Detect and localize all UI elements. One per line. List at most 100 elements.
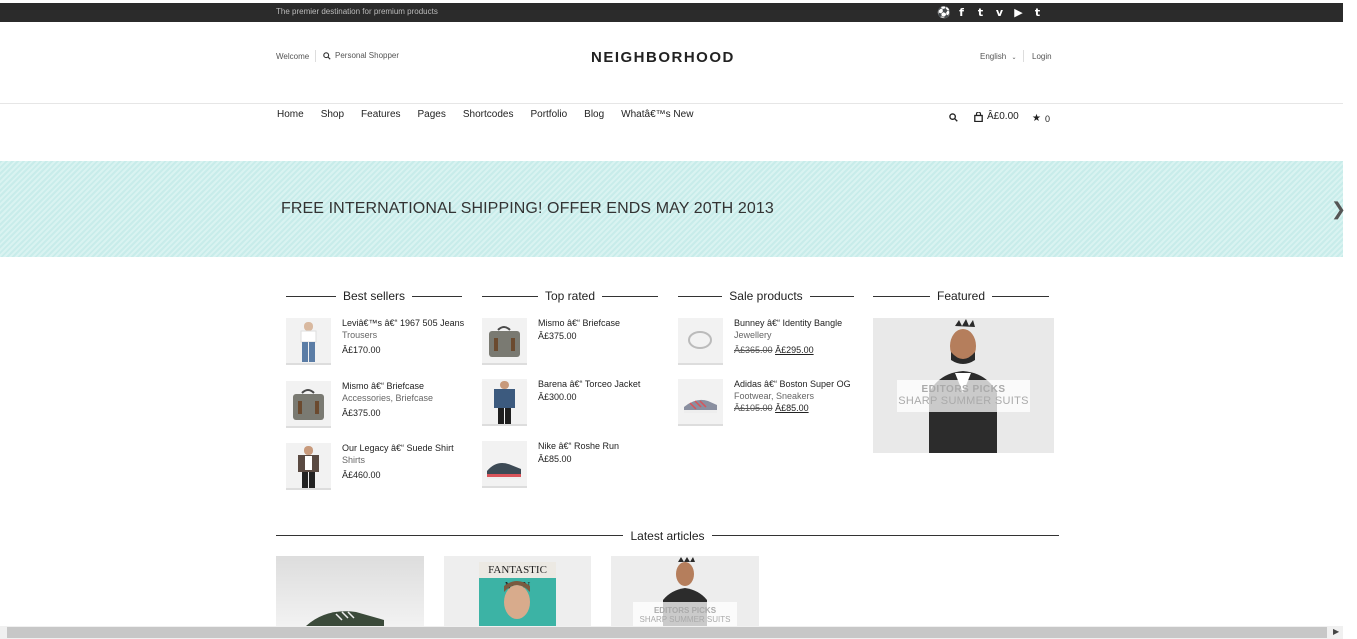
product-name[interactable]: Mismo â€“ Briefcase <box>538 318 663 328</box>
product-name[interactable]: Our Legacy â€“ Suede Shirt <box>342 443 467 453</box>
product-name[interactable]: Nike â€“ Roshe Run <box>538 441 663 451</box>
section-heading: Sale products <box>678 287 854 303</box>
product-thumbnail[interactable] <box>286 381 331 428</box>
scrollbar-thumb[interactable] <box>7 627 1327 638</box>
tagline: The premier destination for premium prod… <box>276 7 438 16</box>
vimeo-icon[interactable]: v <box>994 6 1005 19</box>
site-header: Welcome Personal Shopper NEIGHBORHOOD En… <box>0 22 1343 104</box>
article-caption-sub: SHARP SUMMER SUITS <box>639 615 731 624</box>
horizontal-scrollbar[interactable]: ▶ <box>0 626 1343 639</box>
nav-item-features[interactable]: Features <box>361 109 400 120</box>
product-price: Â£85.00 <box>538 454 572 464</box>
nav-item-pages[interactable]: Pages <box>418 109 446 120</box>
personal-shopper-link[interactable]: Personal Shopper <box>323 51 399 60</box>
product-item[interactable]: Mismo â€“ Briefcase Â£375.00 <box>482 318 658 366</box>
product-item[interactable]: Leviâ€™s â€“ 1967 505 Jeans Trousers Â£1… <box>286 318 464 366</box>
featured-section: Featured <box>873 287 1049 303</box>
header-divider <box>315 50 316 62</box>
article-card-image[interactable]: FANTASTIC MAN <box>444 556 591 626</box>
product-category[interactable]: Accessories, Briefcase <box>342 393 467 403</box>
magazine-cover: FANTASTIC MAN <box>479 562 556 626</box>
featured-image[interactable]: EDITORS PICKS SHARP SUMMER SUITS <box>873 318 1054 453</box>
product-price: Â£170.00 <box>342 345 381 355</box>
language-selector[interactable]: English ⌄ <box>980 52 1017 61</box>
main-nav: Home Shop Features Pages Shortcodes Port… <box>277 109 693 120</box>
product-thumbnail[interactable] <box>286 318 331 365</box>
section-heading: Featured <box>873 287 1049 303</box>
bag-icon <box>974 111 983 122</box>
product-name[interactable]: Barena â€“ Torceo Jacket <box>538 379 663 389</box>
chevron-right-icon[interactable]: ❯ <box>1331 199 1346 220</box>
product-thumbnail[interactable] <box>482 379 527 426</box>
product-thumbnail[interactable] <box>286 443 331 490</box>
product-thumbnail[interactable] <box>482 441 527 488</box>
product-price: Â£295.00 <box>775 345 814 355</box>
language-label: English <box>980 52 1007 61</box>
youtube-icon[interactable]: ▶ <box>1013 6 1024 19</box>
nav-item-home[interactable]: Home <box>277 109 304 120</box>
article-caption: EDITORS PICKS SHARP SUMMER SUITS <box>633 602 737 626</box>
product-category[interactable]: Shirts <box>342 455 467 465</box>
product-name[interactable]: Bunney â€“ Identity Bangle <box>734 318 859 328</box>
cart-button[interactable]: Â£0.00 <box>974 111 1019 122</box>
sale-products-section: Sale products <box>678 287 854 303</box>
top-bar: The premier destination for premium prod… <box>0 3 1343 22</box>
product-thumbnail[interactable] <box>482 318 527 365</box>
chevron-down-icon: ⌄ <box>1011 55 1017 61</box>
product-name[interactable]: Leviâ€™s â€“ 1967 505 Jeans <box>342 318 467 328</box>
product-price: Â£460.00 <box>342 470 381 480</box>
welcome-link[interactable]: Welcome <box>276 52 309 61</box>
product-category[interactable]: Jewellery <box>734 330 859 340</box>
product-price: Â£300.00 <box>538 392 577 402</box>
wishlist-count: 0 <box>1044 113 1050 124</box>
login-link[interactable]: Login <box>1032 52 1052 61</box>
section-title: Sale products <box>722 289 810 303</box>
product-item[interactable]: Our Legacy â€“ Suede Shirt Shirts Â£460.… <box>286 443 462 491</box>
featured-subtitle: SHARP SUMMER SUITS <box>898 395 1029 407</box>
dribbble-icon[interactable]: ⚽ <box>937 6 951 19</box>
nav-item-shortcodes[interactable]: Shortcodes <box>463 109 514 120</box>
top-rated-section: Top rated <box>482 287 658 303</box>
section-heading: Top rated <box>482 287 658 303</box>
product-price: Â£375.00 <box>538 331 577 341</box>
product-item[interactable]: Mismo â€“ Briefcase Accessories, Briefca… <box>286 381 462 429</box>
product-category[interactable]: Footwear, Sneakers <box>734 391 859 401</box>
nav-item-whats-new[interactable]: Whatâ€™s New <box>621 109 693 120</box>
wishlist-button[interactable]: ★ 0 <box>1032 113 1050 124</box>
featured-caption: EDITORS PICKS SHARP SUMMER SUITS <box>897 380 1030 412</box>
nav-item-shop[interactable]: Shop <box>321 109 344 120</box>
product-price: Â£85.00 <box>775 403 809 413</box>
article-card-image[interactable]: EDITORS PICKS SHARP SUMMER SUITS <box>611 556 759 626</box>
article-card-image[interactable] <box>276 556 424 626</box>
scroll-right-icon[interactable]: ▶ <box>1333 627 1339 636</box>
section-heading: Best sellers <box>286 287 462 303</box>
section-title: Best sellers <box>335 289 413 303</box>
search-icon[interactable] <box>949 113 958 122</box>
tumblr-icon[interactable]: t <box>1032 6 1043 19</box>
best-sellers-section: Best sellers <box>286 287 462 303</box>
product-category[interactable]: Trousers <box>342 330 467 340</box>
site-logo[interactable]: NEIGHBORHOOD <box>591 49 735 66</box>
product-thumbnail[interactable] <box>678 318 723 365</box>
product-thumbnail[interactable] <box>678 379 723 426</box>
product-name[interactable]: Adidas â€“ Boston Super OG <box>734 379 859 389</box>
article-caption-label: EDITORS PICKS <box>653 606 717 615</box>
product-item[interactable]: Adidas â€“ Boston Super OG Footwear, Sne… <box>678 379 854 427</box>
product-item[interactable]: Bunney â€“ Identity Bangle Jewellery Â£3… <box>678 318 854 366</box>
star-icon: ★ <box>1032 113 1041 124</box>
section-title: Featured <box>929 289 993 303</box>
nav-item-portfolio[interactable]: Portfolio <box>530 109 567 120</box>
facebook-icon[interactable]: f <box>956 6 967 19</box>
featured-label: EDITORS PICKS <box>921 384 1006 395</box>
banner-message: FREE INTERNATIONAL SHIPPING! OFFER ENDS … <box>281 200 774 217</box>
nav-item-blog[interactable]: Blog <box>584 109 604 120</box>
product-old-price: Â£365.00 <box>734 345 773 355</box>
product-name[interactable]: Mismo â€“ Briefcase <box>342 381 467 391</box>
twitter-icon[interactable]: t <box>975 6 986 19</box>
social-links: ⚽ f t v ▶ t <box>937 6 1043 19</box>
product-item[interactable]: Nike â€“ Roshe Run Â£85.00 <box>482 441 658 489</box>
header-divider-right <box>1023 50 1024 62</box>
product-item[interactable]: Barena â€“ Torceo Jacket Â£300.00 <box>482 379 658 427</box>
cart-total: Â£0.00 <box>987 111 1019 122</box>
section-title: Top rated <box>537 289 603 303</box>
